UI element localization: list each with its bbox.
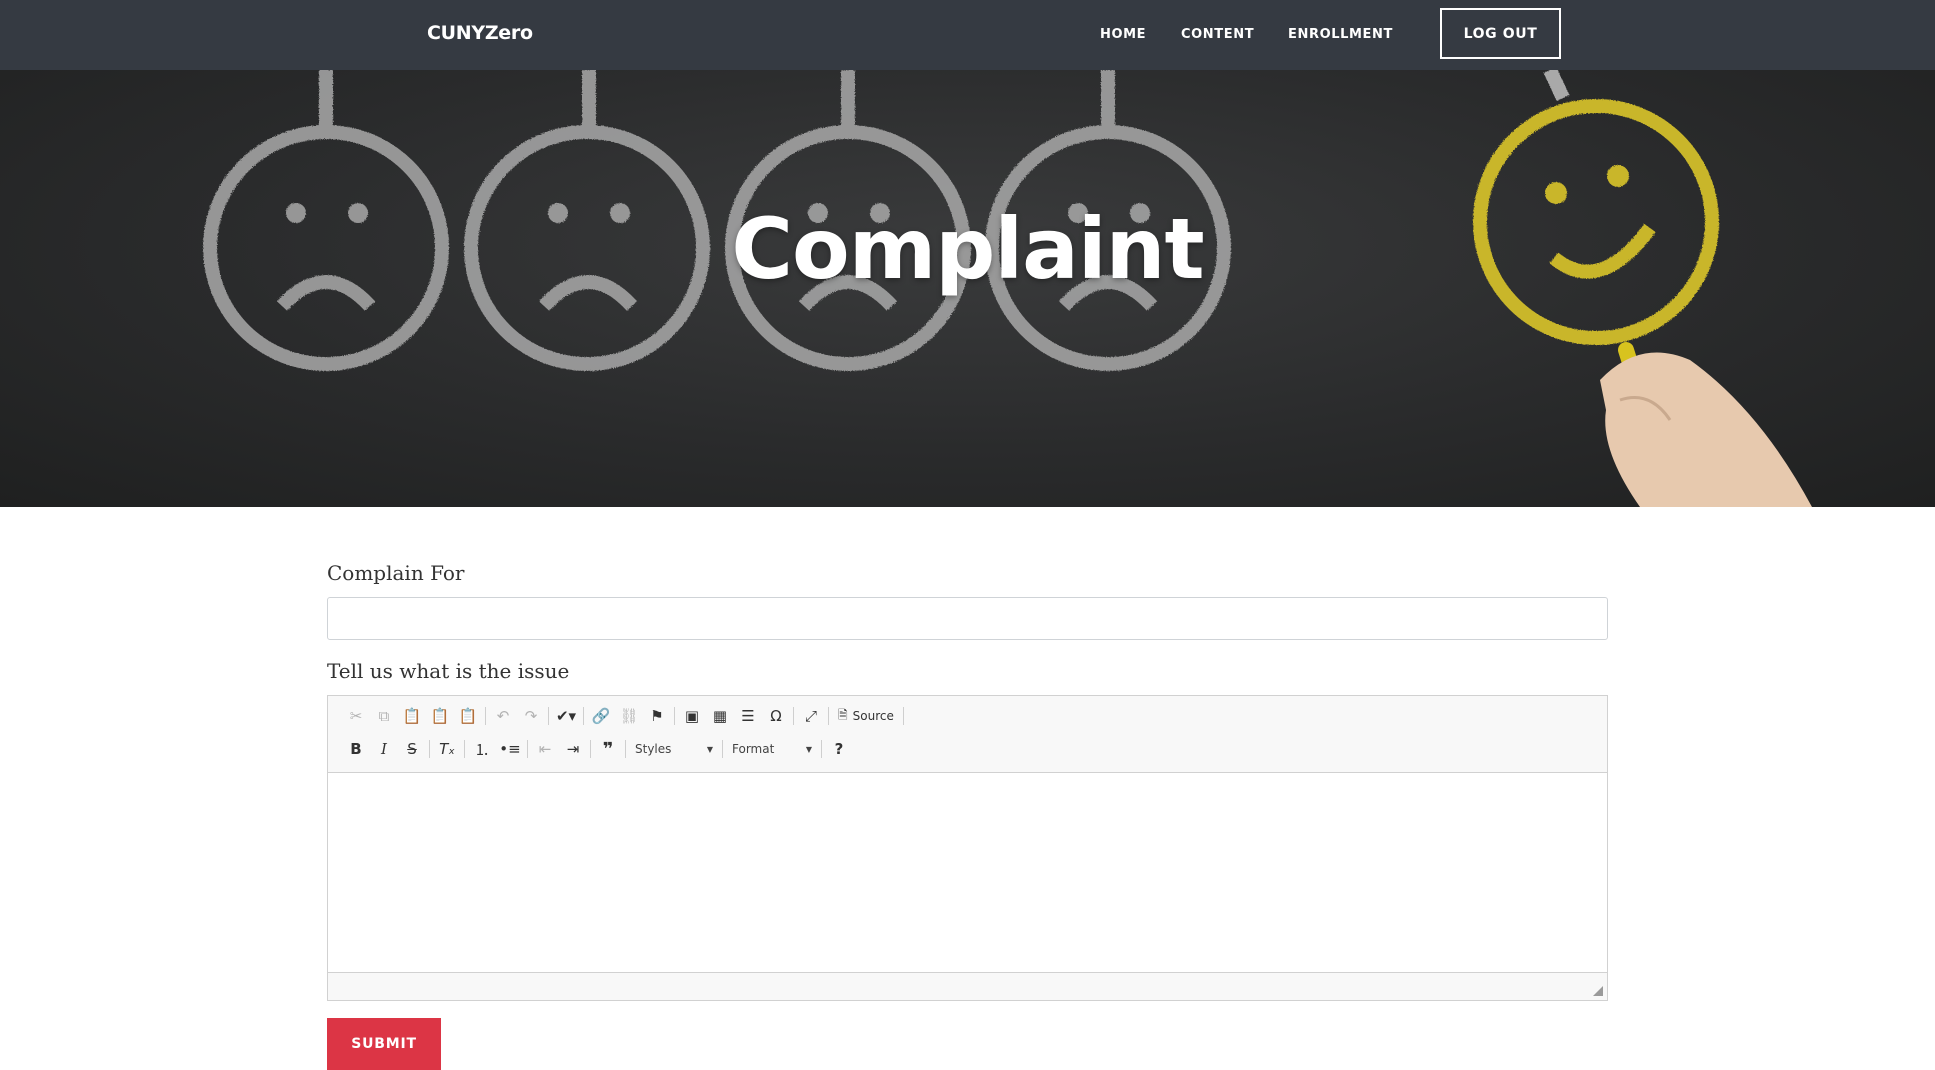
toolbar-row-1: ✂ ⧉ 📋 📋 📋 ↶ ↷ ✔▾ 🔗 ⛓ ⚑ ▣ ▦ ☰ Ω ⤢ 🗎 Sourc: [342, 703, 907, 729]
toolbar-row-2: B I S Tₓ ⒈ •≡ ⇤ ⇥ ❞ Styles ▼ Format ▼ ?: [342, 736, 853, 762]
table-icon[interactable]: ▦: [706, 703, 734, 729]
nav-link-content[interactable]: CONTENT: [1181, 27, 1254, 42]
styles-label: Styles: [635, 742, 672, 756]
navbar: CUNYZero HOME CONTENT ENROLLMENT LOG OUT: [0, 0, 1935, 70]
source-icon: 🗎: [838, 707, 848, 722]
chevron-down-icon: ▼: [706, 744, 713, 754]
editor-status-bar: [328, 972, 1607, 1000]
blockquote-icon[interactable]: ❞: [594, 736, 622, 762]
bold-icon[interactable]: B: [342, 736, 370, 762]
spellcheck-icon[interactable]: ✔▾: [552, 703, 580, 729]
strikethrough-icon[interactable]: S: [398, 736, 426, 762]
toolbar-separator: [821, 740, 822, 758]
indent-icon[interactable]: ⇥: [559, 736, 587, 762]
format-dropdown[interactable]: Format ▼: [726, 738, 818, 760]
bulleted-list-icon[interactable]: •≡: [496, 736, 524, 762]
maximize-icon[interactable]: ⤢: [797, 703, 825, 729]
italic-icon[interactable]: I: [370, 736, 398, 762]
special-char-icon[interactable]: Ω: [762, 703, 790, 729]
copy-icon[interactable]: ⧉: [370, 703, 398, 729]
paste-icon[interactable]: 📋: [398, 703, 426, 729]
toolbar-separator: [625, 740, 626, 758]
source-label: Source: [852, 709, 894, 723]
link-icon[interactable]: 🔗: [587, 703, 615, 729]
logout-button[interactable]: LOG OUT: [1440, 8, 1561, 59]
format-label: Format: [732, 742, 775, 756]
toolbar-separator: [429, 740, 430, 758]
source-button[interactable]: 🗎 Source: [832, 703, 900, 729]
nav-link-enrollment[interactable]: ENROLLMENT: [1288, 27, 1393, 42]
horizontal-line-icon[interactable]: ☰: [734, 703, 762, 729]
brand-logo[interactable]: CUNYZero: [427, 22, 533, 44]
numbered-list-icon[interactable]: ⒈: [468, 736, 496, 762]
toolbar-separator: [485, 707, 486, 725]
toolbar-separator: [527, 740, 528, 758]
unlink-icon[interactable]: ⛓: [615, 703, 643, 729]
paste-text-icon[interactable]: 📋: [426, 703, 454, 729]
image-icon[interactable]: ▣: [678, 703, 706, 729]
paste-word-icon[interactable]: 📋: [454, 703, 482, 729]
help-icon[interactable]: ?: [825, 736, 853, 762]
hero-banner: Complaint: [0, 70, 1935, 507]
toolbar-separator: [548, 707, 549, 725]
redo-icon[interactable]: ↷: [517, 703, 545, 729]
chevron-down-icon: ▼: [805, 744, 812, 754]
toolbar-separator: [828, 707, 829, 725]
submit-button[interactable]: SUBMIT: [327, 1018, 441, 1070]
toolbar-separator: [674, 707, 675, 725]
resize-handle-icon[interactable]: [1593, 986, 1603, 996]
undo-icon[interactable]: ↶: [489, 703, 517, 729]
issue-label: Tell us what is the issue: [327, 659, 570, 683]
editor-content-area[interactable]: [328, 773, 1607, 973]
complain-for-input[interactable]: [327, 597, 1608, 640]
complain-for-label: Complain For: [327, 561, 465, 585]
remove-format-icon[interactable]: Tₓ: [433, 736, 461, 762]
toolbar-separator: [464, 740, 465, 758]
hand-with-chalk-icon: [1600, 342, 1812, 507]
toolbar-separator: [902, 707, 904, 725]
rich-text-editor: ✂ ⧉ 📋 📋 📋 ↶ ↷ ✔▾ 🔗 ⛓ ⚑ ▣ ▦ ☰ Ω ⤢ 🗎 Sourc: [327, 695, 1608, 1001]
outdent-icon[interactable]: ⇤: [531, 736, 559, 762]
cut-icon[interactable]: ✂: [342, 703, 370, 729]
styles-dropdown[interactable]: Styles ▼: [629, 738, 719, 760]
toolbar-separator: [583, 707, 584, 725]
anchor-icon[interactable]: ⚑: [643, 703, 671, 729]
toolbar-separator: [722, 740, 723, 758]
editor-toolbar: ✂ ⧉ 📋 📋 📋 ↶ ↷ ✔▾ 🔗 ⛓ ⚑ ▣ ▦ ☰ Ω ⤢ 🗎 Sourc: [328, 696, 1607, 773]
toolbar-separator: [590, 740, 591, 758]
page-title: Complaint: [731, 200, 1204, 298]
toolbar-separator: [793, 707, 794, 725]
nav-link-home[interactable]: HOME: [1100, 27, 1146, 42]
